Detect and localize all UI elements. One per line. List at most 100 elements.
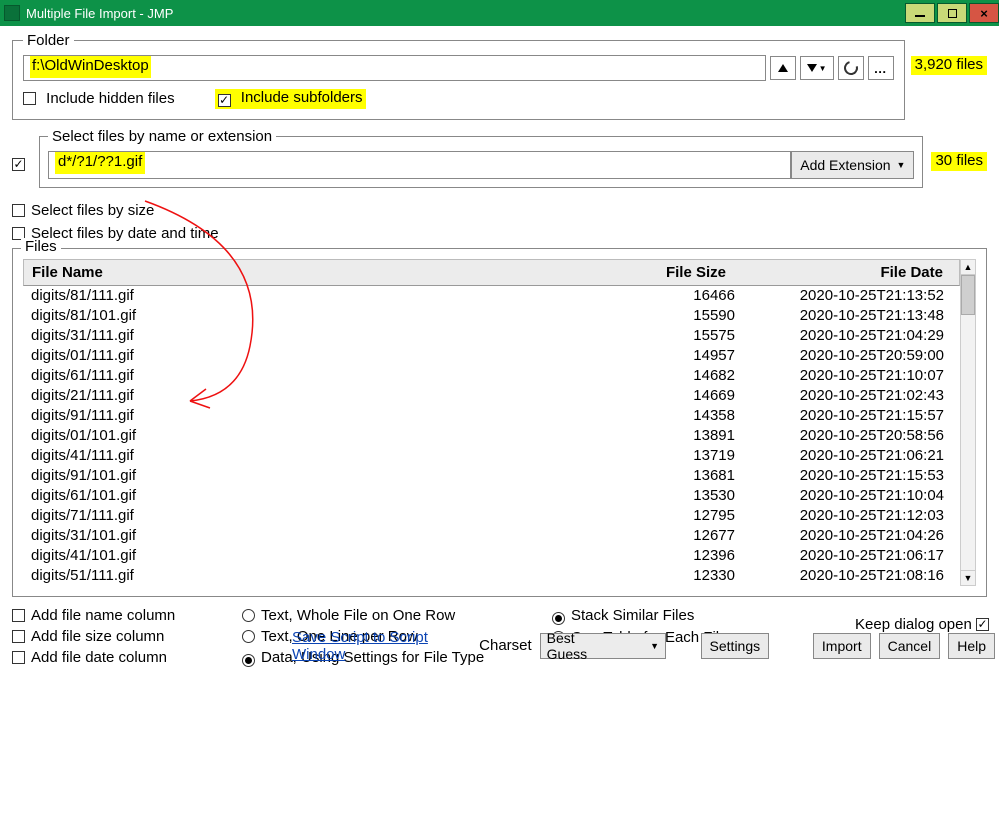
- cell-file-name: digits/91/101.gif: [23, 467, 615, 484]
- folder-legend: Folder: [23, 32, 74, 49]
- arrow-down-icon: [807, 64, 817, 72]
- cell-file-name: digits/31/101.gif: [23, 527, 615, 544]
- stack-files-radio[interactable]: [552, 612, 565, 625]
- add-extension-label: Add Extension: [800, 157, 890, 173]
- files-table: File Name File Size File Date digits/81/…: [23, 259, 960, 586]
- filter-enable-checkbox[interactable]: [12, 158, 25, 171]
- files-scrollbar[interactable]: ▲ ▼: [960, 259, 976, 586]
- cell-file-size: 14669: [615, 387, 735, 404]
- help-button-label: Help: [957, 638, 986, 654]
- include-subfolders-option[interactable]: Include subfolders: [215, 89, 366, 109]
- minimize-button[interactable]: [905, 3, 935, 23]
- cell-file-size: 12795: [615, 507, 735, 524]
- cell-file-date: 2020-10-25T21:10:04: [735, 487, 960, 504]
- table-row[interactable]: digits/61/101.gif135302020-10-25T21:10:0…: [23, 486, 960, 506]
- add-extension-button[interactable]: Add Extension▼: [791, 151, 914, 179]
- cell-file-date: 2020-10-25T21:13:48: [735, 307, 960, 324]
- cell-file-size: 13891: [615, 427, 735, 444]
- table-row[interactable]: digits/41/111.gif137192020-10-25T21:06:2…: [23, 446, 960, 466]
- table-row[interactable]: digits/01/111.gif149572020-10-25T20:59:0…: [23, 346, 960, 366]
- select-by-size-checkbox[interactable]: [12, 204, 25, 217]
- folder-path-input[interactable]: f:\OldWinDesktop: [23, 55, 766, 81]
- cancel-button[interactable]: Cancel: [879, 633, 941, 659]
- table-row[interactable]: digits/91/111.gif143582020-10-25T21:15:5…: [23, 406, 960, 426]
- cell-file-size: 14358: [615, 407, 735, 424]
- cell-file-name: digits/71/111.gif: [23, 507, 615, 524]
- include-subfolders-label: Include subfolders: [241, 89, 363, 106]
- folder-refresh-button[interactable]: [838, 56, 864, 80]
- cell-file-date: 2020-10-25T20:58:56: [735, 427, 960, 444]
- import-button[interactable]: Import: [813, 633, 871, 659]
- filter-pattern-input[interactable]: d*/?1/??1.gif: [48, 151, 791, 179]
- cell-file-date: 2020-10-25T21:12:03: [735, 507, 960, 524]
- text-whole-file-radio[interactable]: [242, 609, 255, 622]
- cell-file-name: digits/61/101.gif: [23, 487, 615, 504]
- table-row[interactable]: digits/21/111.gif146692020-10-25T21:02:4…: [23, 386, 960, 406]
- table-row[interactable]: digits/81/101.gif155902020-10-25T21:13:4…: [23, 306, 960, 326]
- folder-browse-button[interactable]: …: [868, 56, 894, 80]
- text-whole-file-option[interactable]: Text, Whole File on One Row: [242, 607, 522, 624]
- cell-file-date: 2020-10-25T20:59:00: [735, 347, 960, 364]
- cell-file-date: 2020-10-25T21:04:29: [735, 327, 960, 344]
- table-row[interactable]: digits/71/111.gif127952020-10-25T21:12:0…: [23, 506, 960, 526]
- folder-up-button[interactable]: [770, 56, 796, 80]
- filter-group: Select files by name or extension d*/?1/…: [39, 128, 923, 188]
- cell-file-date: 2020-10-25T21:04:26: [735, 527, 960, 544]
- stack-files-option[interactable]: Stack Similar Files: [552, 607, 752, 625]
- folder-path-text: f:\OldWinDesktop: [30, 56, 151, 78]
- total-files-count: 3,920 files: [911, 56, 987, 75]
- maximize-button[interactable]: [937, 3, 967, 23]
- table-row[interactable]: digits/41/101.gif123962020-10-25T21:06:1…: [23, 546, 960, 566]
- scroll-up-icon[interactable]: ▲: [961, 260, 975, 275]
- help-button[interactable]: Help: [948, 633, 995, 659]
- cell-file-size: 13681: [615, 467, 735, 484]
- cell-file-date: 2020-10-25T21:06:21: [735, 447, 960, 464]
- table-row[interactable]: digits/81/111.gif164662020-10-25T21:13:5…: [23, 286, 960, 306]
- table-row[interactable]: digits/31/111.gif155752020-10-25T21:04:2…: [23, 326, 960, 346]
- col-file-date[interactable]: File Date: [734, 260, 959, 285]
- table-row[interactable]: digits/01/101.gif138912020-10-25T20:58:5…: [23, 426, 960, 446]
- cell-file-size: 12396: [615, 547, 735, 564]
- include-subfolders-checkbox[interactable]: [218, 94, 231, 107]
- scroll-thumb[interactable]: [961, 275, 975, 315]
- cell-file-name: digits/21/111.gif: [23, 387, 615, 404]
- filter-match-count: 30 files: [931, 152, 987, 171]
- files-group: Files File Name File Size File Date digi…: [12, 248, 987, 597]
- add-file-name-checkbox[interactable]: [12, 609, 25, 622]
- text-whole-file-label: Text, Whole File on One Row: [261, 607, 455, 624]
- settings-button[interactable]: Settings: [701, 633, 770, 659]
- cell-file-name: digits/31/111.gif: [23, 327, 615, 344]
- include-hidden-checkbox[interactable]: [23, 92, 36, 105]
- save-script-link[interactable]: Save Script to Script Window: [292, 629, 471, 663]
- add-file-name-option[interactable]: Add file name column: [12, 607, 212, 624]
- filter-pattern-text: d*/?1/??1.gif: [55, 152, 145, 174]
- folder-down-button[interactable]: ▼: [800, 56, 834, 80]
- table-row[interactable]: digits/91/101.gif136812020-10-25T21:15:5…: [23, 466, 960, 486]
- filter-legend: Select files by name or extension: [48, 128, 276, 145]
- files-table-header[interactable]: File Name File Size File Date: [23, 259, 960, 286]
- folder-group: Folder f:\OldWinDesktop ▼ … Include hidd…: [12, 32, 905, 120]
- cell-file-size: 12677: [615, 527, 735, 544]
- table-row[interactable]: digits/61/111.gif146822020-10-25T21:10:0…: [23, 366, 960, 386]
- charset-select[interactable]: Best Guess▼: [540, 633, 666, 659]
- cell-file-date: 2020-10-25T21:13:52: [735, 287, 960, 304]
- include-hidden-option[interactable]: Include hidden files: [23, 90, 175, 107]
- cell-file-size: 15575: [615, 327, 735, 344]
- table-row[interactable]: digits/31/101.gif126772020-10-25T21:04:2…: [23, 526, 960, 546]
- scroll-down-icon[interactable]: ▼: [961, 570, 975, 585]
- select-by-size-option[interactable]: Select files by size: [12, 202, 987, 219]
- cell-file-date: 2020-10-25T21:10:07: [735, 367, 960, 384]
- cell-file-name: digits/41/101.gif: [23, 547, 615, 564]
- select-by-date-option[interactable]: Select files by date and time: [12, 225, 987, 242]
- cell-file-name: digits/51/111.gif: [23, 567, 615, 584]
- files-legend: Files: [21, 238, 61, 255]
- stack-files-label: Stack Similar Files: [571, 607, 694, 624]
- bottom-bar: Save Script to Script Window Charset Bes…: [12, 629, 995, 663]
- col-file-size[interactable]: File Size: [614, 260, 734, 285]
- titlebar: Multiple File Import - JMP ×: [0, 0, 999, 26]
- cell-file-name: digits/91/111.gif: [23, 407, 615, 424]
- table-row[interactable]: digits/51/111.gif123302020-10-25T21:08:1…: [23, 566, 960, 586]
- close-button[interactable]: ×: [969, 3, 999, 23]
- col-file-name[interactable]: File Name: [24, 260, 614, 285]
- arrow-up-icon: [778, 64, 788, 72]
